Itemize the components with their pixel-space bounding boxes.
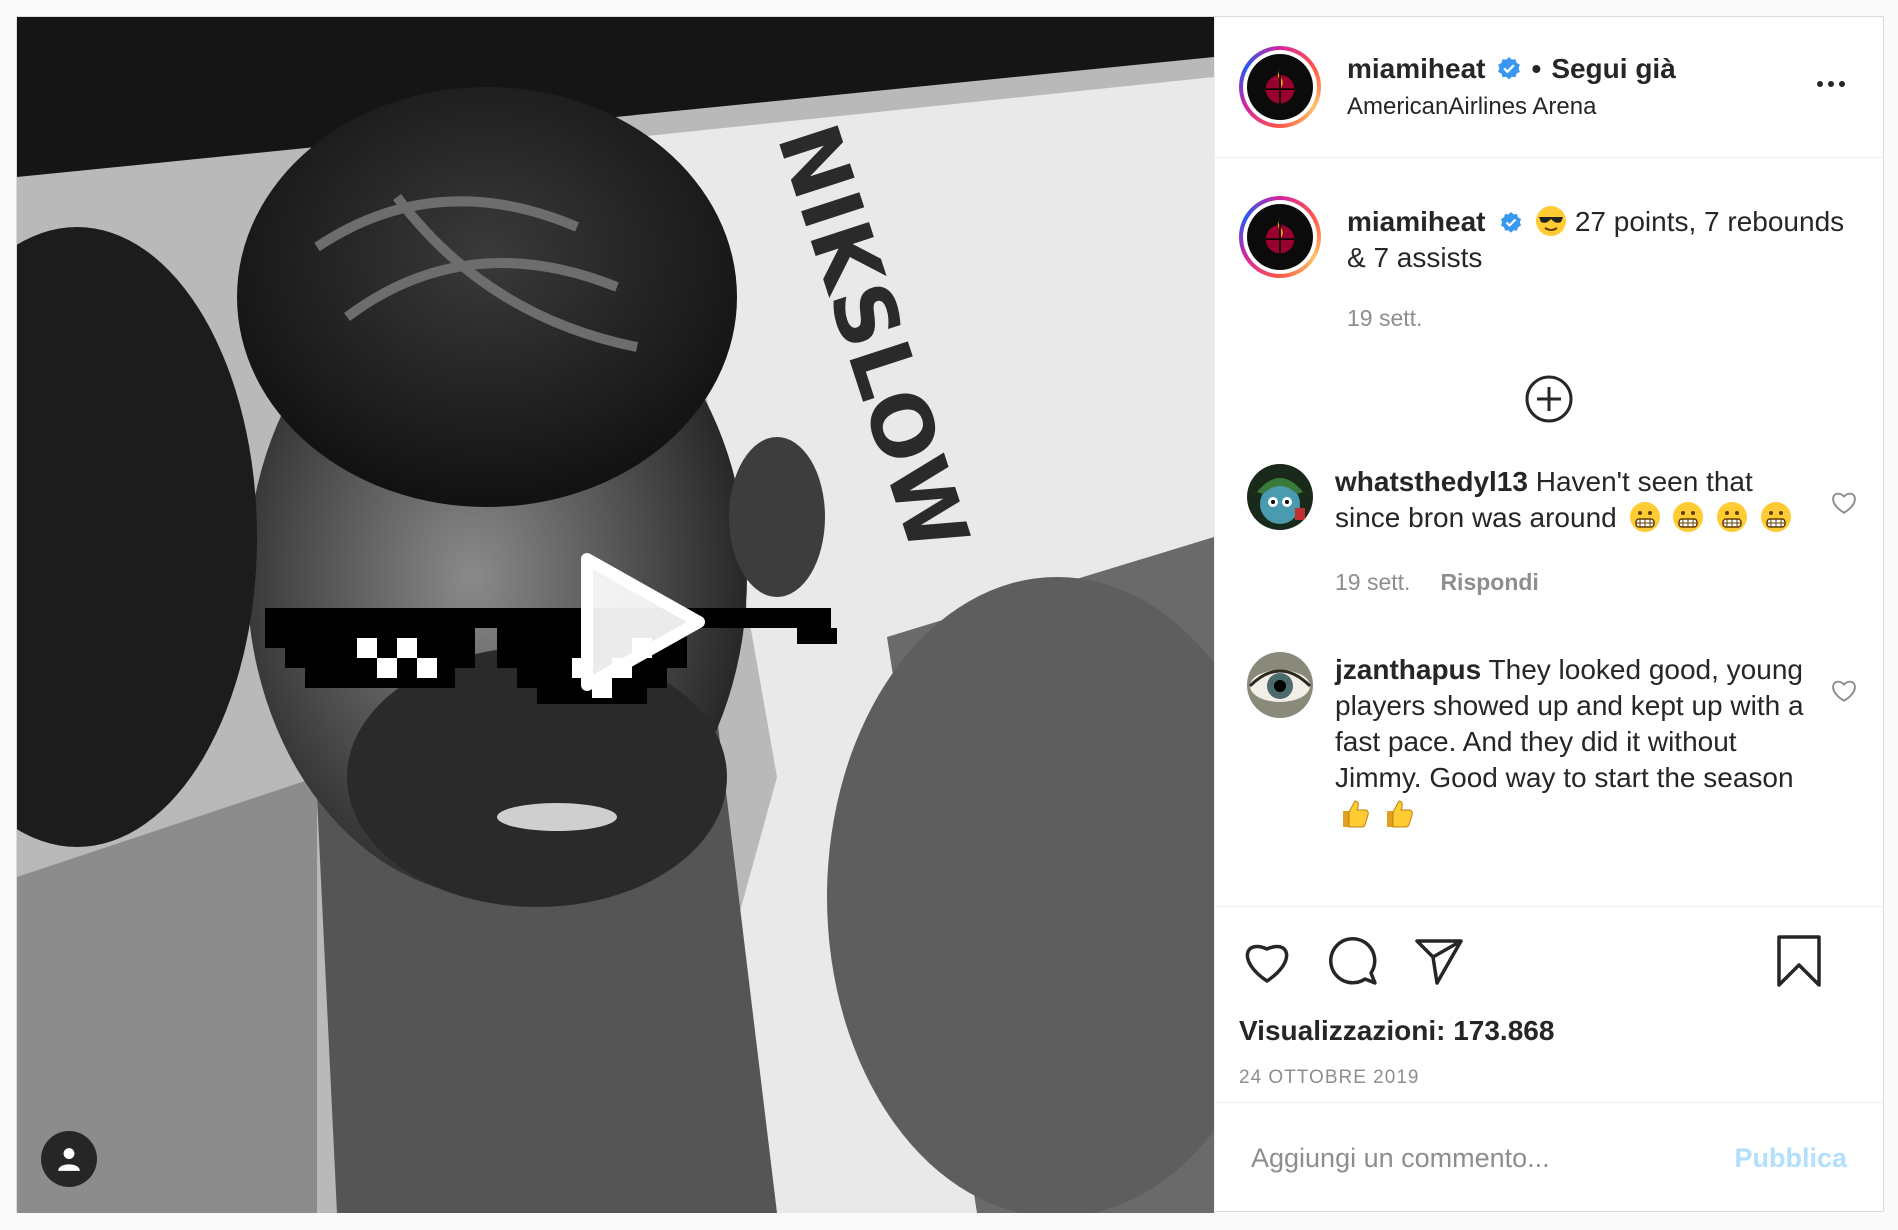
verified-badge-icon <box>1497 57 1520 80</box>
follow-status-button[interactable]: Segui già <box>1551 53 1675 85</box>
post-header: miamiheat • Segui già AmericanAirlines A… <box>1215 17 1883 158</box>
cartoon-avatar-icon <box>1247 464 1313 530</box>
more-options-icon[interactable] <box>1817 81 1845 87</box>
author-username[interactable]: miamiheat <box>1347 53 1486 85</box>
post-location[interactable]: AmericanAirlines Arena <box>1347 93 1676 121</box>
post-date[interactable]: 24 OTTOBRE 2019 <box>1239 1067 1859 1089</box>
plus-circle-icon[interactable] <box>1524 374 1574 424</box>
caption-time[interactable]: 19 sett. <box>1347 300 1422 336</box>
grimacing-emoji-icon <box>1629 502 1660 532</box>
caption-username[interactable]: miamiheat <box>1347 206 1486 237</box>
comment-item: jzanthapus They looked good, young playe… <box>1215 652 1883 832</box>
like-heart-icon[interactable] <box>1239 933 1295 989</box>
thumbs-up-emoji-icon <box>1343 800 1369 828</box>
comments-list[interactable]: miamiheat 27 points, 7 rebounds & 7 assi… <box>1215 158 1883 906</box>
comment-input[interactable] <box>1251 1142 1735 1174</box>
heat-logo-icon <box>1265 217 1295 254</box>
grimacing-emoji-icon <box>1717 502 1748 532</box>
play-icon[interactable] <box>569 551 711 693</box>
grimacing-emoji-group <box>1625 502 1792 533</box>
comment-time[interactable]: 19 sett. <box>1335 564 1410 600</box>
heart-icon[interactable] <box>1831 678 1857 704</box>
separator-dot: • <box>1531 53 1542 84</box>
share-paper-plane-icon[interactable] <box>1411 933 1467 989</box>
publish-button[interactable]: Pubblica <box>1734 1143 1847 1174</box>
grimacing-emoji-icon <box>1760 502 1791 532</box>
comment-username[interactable]: whatsthedyl13 <box>1335 466 1528 497</box>
comment-username[interactable]: jzanthapus <box>1335 654 1481 685</box>
thumbs-up-emoji-group <box>1335 798 1415 829</box>
eye-avatar-icon <box>1247 652 1313 718</box>
post-actions: Visualizzazioni: 173.868 24 OTTOBRE 2019 <box>1215 906 1883 1102</box>
heart-icon[interactable] <box>1831 490 1857 516</box>
instagram-post: NIKSLOW miamiheat • Segui già AmericanAi… <box>16 16 1884 1213</box>
post-sidebar: miamiheat • Segui già AmericanAirlines A… <box>1214 17 1883 1213</box>
caption-author-avatar[interactable] <box>1239 196 1321 278</box>
heat-logo-icon <box>1265 67 1295 104</box>
add-comment-bar: Pubblica <box>1215 1102 1883 1213</box>
comment-bubble-icon[interactable] <box>1325 933 1381 989</box>
tagged-users-button[interactable] <box>41 1131 97 1187</box>
sunglasses-emoji-icon <box>1536 206 1567 236</box>
author-avatar[interactable] <box>1239 46 1321 128</box>
views-count[interactable]: Visualizzazioni: 173.868 <box>1239 1015 1859 1047</box>
commenter-avatar[interactable] <box>1247 464 1313 530</box>
load-more-comments[interactable] <box>1215 374 1883 424</box>
bookmark-icon[interactable] <box>1771 933 1827 989</box>
commenter-avatar[interactable] <box>1247 652 1313 718</box>
person-icon <box>58 1148 80 1171</box>
comment-item: whatsthedyl13 Haven't seen that since br… <box>1215 464 1883 600</box>
thumbs-up-emoji-icon <box>1386 800 1413 828</box>
caption: miamiheat 27 points, 7 rebounds & 7 assi… <box>1215 158 1883 336</box>
grimacing-emoji-icon <box>1673 502 1704 532</box>
post-video[interactable]: NIKSLOW <box>17 17 1214 1213</box>
reply-button[interactable]: Rispondi <box>1440 564 1538 600</box>
verified-badge-icon <box>1501 212 1522 233</box>
